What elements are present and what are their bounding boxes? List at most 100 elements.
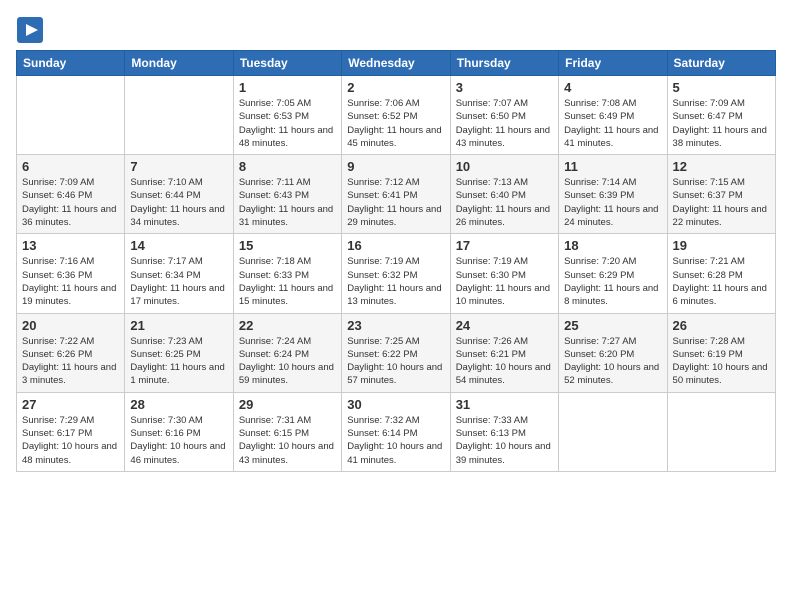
calendar-cell: 28 Sunrise: 7:30 AM Sunset: 6:16 PM Dayli… bbox=[125, 392, 233, 471]
calendar-cell bbox=[125, 76, 233, 155]
day-header-saturday: Saturday bbox=[667, 51, 775, 76]
day-info: Sunrise: 7:26 AM Sunset: 6:21 PM Dayligh… bbox=[456, 335, 553, 388]
calendar-cell: 4 Sunrise: 7:08 AM Sunset: 6:49 PM Daylig… bbox=[559, 76, 667, 155]
day-number: 7 bbox=[130, 159, 227, 174]
calendar-cell: 29 Sunrise: 7:31 AM Sunset: 6:15 PM Dayli… bbox=[233, 392, 341, 471]
day-number: 22 bbox=[239, 318, 336, 333]
day-number: 24 bbox=[456, 318, 553, 333]
calendar-cell: 16 Sunrise: 7:19 AM Sunset: 6:32 PM Dayli… bbox=[342, 234, 450, 313]
day-info: Sunrise: 7:19 AM Sunset: 6:30 PM Dayligh… bbox=[456, 255, 553, 308]
day-number: 21 bbox=[130, 318, 227, 333]
calendar-cell: 21 Sunrise: 7:23 AM Sunset: 6:25 PM Dayli… bbox=[125, 313, 233, 392]
day-info: Sunrise: 7:09 AM Sunset: 6:46 PM Dayligh… bbox=[22, 176, 119, 229]
calendar-week-1: 1Sunrise: 7:05 AM Sunset: 6:53 PM Daylig… bbox=[17, 76, 776, 155]
calendar-week-4: 20 Sunrise: 7:22 AM Sunset: 6:26 PM Dayli… bbox=[17, 313, 776, 392]
day-number: 13 bbox=[22, 238, 119, 253]
calendar-cell: 30 Sunrise: 7:32 AM Sunset: 6:14 PM Dayli… bbox=[342, 392, 450, 471]
day-number: 19 bbox=[673, 238, 770, 253]
day-info: Sunrise: 7:32 AM Sunset: 6:14 PM Dayligh… bbox=[347, 414, 444, 467]
day-header-sunday: Sunday bbox=[17, 51, 125, 76]
day-info: Sunrise: 7:08 AM Sunset: 6:49 PM Dayligh… bbox=[564, 97, 661, 150]
day-info: Sunrise: 7:09 AM Sunset: 6:47 PM Dayligh… bbox=[673, 97, 770, 150]
calendar-cell: 24 Sunrise: 7:26 AM Sunset: 6:21 PM Dayli… bbox=[450, 313, 558, 392]
day-info: Sunrise: 7:13 AM Sunset: 6:40 PM Dayligh… bbox=[456, 176, 553, 229]
logo bbox=[16, 16, 48, 44]
day-number: 9 bbox=[347, 159, 444, 174]
calendar-cell: 20 Sunrise: 7:22 AM Sunset: 6:26 PM Dayli… bbox=[17, 313, 125, 392]
calendar-cell: 17 Sunrise: 7:19 AM Sunset: 6:30 PM Dayli… bbox=[450, 234, 558, 313]
calendar-cell: 2 Sunrise: 7:06 AM Sunset: 6:52 PM Daylig… bbox=[342, 76, 450, 155]
calendar-cell: 5 Sunrise: 7:09 AM Sunset: 6:47 PM Daylig… bbox=[667, 76, 775, 155]
day-number: 11 bbox=[564, 159, 661, 174]
day-header-tuesday: Tuesday bbox=[233, 51, 341, 76]
day-number: 20 bbox=[22, 318, 119, 333]
day-number: 2 bbox=[347, 80, 444, 95]
calendar-cell: 26 Sunrise: 7:28 AM Sunset: 6:19 PM Dayli… bbox=[667, 313, 775, 392]
calendar-cell: 15 Sunrise: 7:18 AM Sunset: 6:33 PM Dayli… bbox=[233, 234, 341, 313]
calendar-table: SundayMondayTuesdayWednesdayThursdayFrid… bbox=[16, 50, 776, 472]
day-number: 26 bbox=[673, 318, 770, 333]
calendar-cell bbox=[17, 76, 125, 155]
day-number: 29 bbox=[239, 397, 336, 412]
day-info: Sunrise: 7:22 AM Sunset: 6:26 PM Dayligh… bbox=[22, 335, 119, 388]
calendar-cell bbox=[667, 392, 775, 471]
calendar-week-5: 27Sunrise: 7:29 AM Sunset: 6:17 PM Dayli… bbox=[17, 392, 776, 471]
day-number: 4 bbox=[564, 80, 661, 95]
day-info: Sunrise: 7:16 AM Sunset: 6:36 PM Dayligh… bbox=[22, 255, 119, 308]
calendar-cell: 1Sunrise: 7:05 AM Sunset: 6:53 PM Daylig… bbox=[233, 76, 341, 155]
day-info: Sunrise: 7:18 AM Sunset: 6:33 PM Dayligh… bbox=[239, 255, 336, 308]
day-info: Sunrise: 7:24 AM Sunset: 6:24 PM Dayligh… bbox=[239, 335, 336, 388]
day-info: Sunrise: 7:27 AM Sunset: 6:20 PM Dayligh… bbox=[564, 335, 661, 388]
day-info: Sunrise: 7:20 AM Sunset: 6:29 PM Dayligh… bbox=[564, 255, 661, 308]
day-info: Sunrise: 7:15 AM Sunset: 6:37 PM Dayligh… bbox=[673, 176, 770, 229]
calendar-week-3: 13 Sunrise: 7:16 AM Sunset: 6:36 PM Dayli… bbox=[17, 234, 776, 313]
day-info: Sunrise: 7:21 AM Sunset: 6:28 PM Dayligh… bbox=[673, 255, 770, 308]
day-number: 30 bbox=[347, 397, 444, 412]
day-number: 3 bbox=[456, 80, 553, 95]
day-info: Sunrise: 7:07 AM Sunset: 6:50 PM Dayligh… bbox=[456, 97, 553, 150]
day-header-friday: Friday bbox=[559, 51, 667, 76]
calendar-cell: 31 Sunrise: 7:33 AM Sunset: 6:13 PM Dayli… bbox=[450, 392, 558, 471]
day-info: Sunrise: 7:28 AM Sunset: 6:19 PM Dayligh… bbox=[673, 335, 770, 388]
calendar-cell: 13 Sunrise: 7:16 AM Sunset: 6:36 PM Dayli… bbox=[17, 234, 125, 313]
calendar-cell: 22 Sunrise: 7:24 AM Sunset: 6:24 PM Dayli… bbox=[233, 313, 341, 392]
day-number: 17 bbox=[456, 238, 553, 253]
day-info: Sunrise: 7:10 AM Sunset: 6:44 PM Dayligh… bbox=[130, 176, 227, 229]
calendar-week-2: 6 Sunrise: 7:09 AM Sunset: 6:46 PM Daylig… bbox=[17, 155, 776, 234]
day-number: 14 bbox=[130, 238, 227, 253]
day-number: 15 bbox=[239, 238, 336, 253]
page-header bbox=[16, 16, 776, 44]
day-number: 28 bbox=[130, 397, 227, 412]
day-info: Sunrise: 7:17 AM Sunset: 6:34 PM Dayligh… bbox=[130, 255, 227, 308]
day-number: 6 bbox=[22, 159, 119, 174]
day-number: 5 bbox=[673, 80, 770, 95]
day-info: Sunrise: 7:23 AM Sunset: 6:25 PM Dayligh… bbox=[130, 335, 227, 388]
calendar-cell: 18Sunrise: 7:20 AM Sunset: 6:29 PM Dayli… bbox=[559, 234, 667, 313]
day-number: 16 bbox=[347, 238, 444, 253]
calendar-cell: 27Sunrise: 7:29 AM Sunset: 6:17 PM Dayli… bbox=[17, 392, 125, 471]
calendar-cell: 19 Sunrise: 7:21 AM Sunset: 6:28 PM Dayli… bbox=[667, 234, 775, 313]
day-info: Sunrise: 7:30 AM Sunset: 6:16 PM Dayligh… bbox=[130, 414, 227, 467]
calendar-cell: 6 Sunrise: 7:09 AM Sunset: 6:46 PM Daylig… bbox=[17, 155, 125, 234]
day-number: 12 bbox=[673, 159, 770, 174]
day-info: Sunrise: 7:05 AM Sunset: 6:53 PM Dayligh… bbox=[239, 97, 336, 150]
calendar-cell: 25 Sunrise: 7:27 AM Sunset: 6:20 PM Dayli… bbox=[559, 313, 667, 392]
calendar-cell: 14 Sunrise: 7:17 AM Sunset: 6:34 PM Dayli… bbox=[125, 234, 233, 313]
day-number: 8 bbox=[239, 159, 336, 174]
day-number: 25 bbox=[564, 318, 661, 333]
calendar-header-row: SundayMondayTuesdayWednesdayThursdayFrid… bbox=[17, 51, 776, 76]
calendar-cell: 3 Sunrise: 7:07 AM Sunset: 6:50 PM Daylig… bbox=[450, 76, 558, 155]
day-info: Sunrise: 7:06 AM Sunset: 6:52 PM Dayligh… bbox=[347, 97, 444, 150]
day-info: Sunrise: 7:31 AM Sunset: 6:15 PM Dayligh… bbox=[239, 414, 336, 467]
calendar-cell: 9Sunrise: 7:12 AM Sunset: 6:41 PM Daylig… bbox=[342, 155, 450, 234]
calendar-cell: 12 Sunrise: 7:15 AM Sunset: 6:37 PM Dayli… bbox=[667, 155, 775, 234]
day-info: Sunrise: 7:25 AM Sunset: 6:22 PM Dayligh… bbox=[347, 335, 444, 388]
day-info: Sunrise: 7:29 AM Sunset: 6:17 PM Dayligh… bbox=[22, 414, 119, 467]
day-info: Sunrise: 7:33 AM Sunset: 6:13 PM Dayligh… bbox=[456, 414, 553, 467]
day-number: 23 bbox=[347, 318, 444, 333]
day-info: Sunrise: 7:19 AM Sunset: 6:32 PM Dayligh… bbox=[347, 255, 444, 308]
day-number: 31 bbox=[456, 397, 553, 412]
calendar-cell: 7 Sunrise: 7:10 AM Sunset: 6:44 PM Daylig… bbox=[125, 155, 233, 234]
calendar-cell: 23 Sunrise: 7:25 AM Sunset: 6:22 PM Dayli… bbox=[342, 313, 450, 392]
logo-icon bbox=[16, 16, 44, 44]
